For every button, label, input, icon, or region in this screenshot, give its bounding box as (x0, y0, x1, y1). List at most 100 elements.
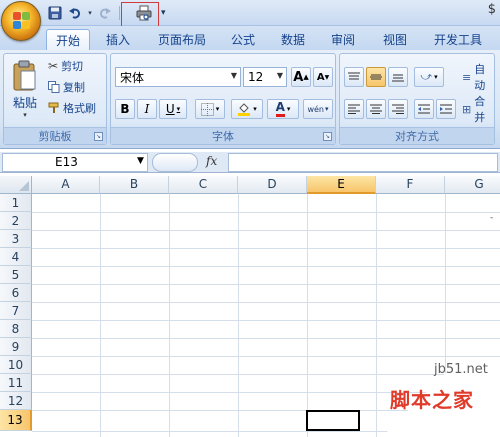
chevron-down-icon: ▼ (276, 71, 283, 80)
wrap-text-button[interactable]: ≡ 自动 (462, 63, 494, 92)
row-header-12[interactable]: 12 (0, 392, 32, 410)
undo-dropdown[interactable]: ▾ (86, 4, 94, 22)
formula-input[interactable] (228, 153, 498, 172)
decrease-indent-icon (418, 104, 430, 114)
phonetic-label: wén (307, 104, 325, 114)
orientation-icon: ⤻ (420, 70, 433, 83)
grid-line (32, 266, 500, 267)
grow-font-button[interactable]: A ▲ (291, 67, 311, 87)
format-painter-button[interactable]: 格式刷 (48, 99, 96, 117)
grid-line (32, 302, 500, 303)
tab-review[interactable]: 审阅 (322, 29, 364, 50)
row-header-2[interactable]: 2 (0, 212, 32, 230)
grow-font-label: A (293, 69, 304, 85)
font-color-button[interactable]: A ▾ (267, 99, 299, 119)
decrease-indent-button[interactable] (414, 99, 434, 119)
shrink-font-button[interactable]: A ▼ (313, 67, 333, 87)
row-header-8[interactable]: 8 (0, 320, 32, 338)
formula-bar-handle[interactable] (152, 153, 198, 172)
borders-button[interactable]: ▾ (195, 99, 225, 119)
align-middle-button[interactable] (366, 67, 386, 87)
tab-insert[interactable]: 插入 (96, 29, 140, 50)
align-left-icon (348, 104, 360, 114)
qa-separator (119, 6, 120, 20)
row-header-9[interactable]: 9 (0, 338, 32, 356)
cut-button[interactable]: ✂ 剪切 (48, 57, 83, 75)
wrap-text-label: 自动 (474, 63, 486, 92)
undo-icon (69, 8, 81, 19)
font-size-combo[interactable]: 12 ▼ (243, 67, 287, 87)
underline-button[interactable]: U ▾ (159, 99, 187, 119)
font-launcher-icon[interactable]: ↘ (323, 132, 332, 141)
bold-button[interactable]: B (115, 99, 135, 119)
phonetic-button[interactable]: wén ▾ (303, 99, 333, 119)
fill-color-button[interactable]: ▾ (231, 99, 263, 119)
row-header-11[interactable]: 11 (0, 374, 32, 392)
paste-dropdown-icon[interactable]: ▾ (23, 111, 27, 119)
align-right-button[interactable] (388, 99, 408, 119)
align-left-button[interactable] (344, 99, 364, 119)
paste-button[interactable]: 粘贴 ▾ (10, 60, 40, 120)
row-header-4[interactable]: 4 (0, 248, 32, 266)
tab-data[interactable]: 数据 (272, 29, 314, 50)
name-box-dropdown-icon[interactable]: ▼ (137, 156, 144, 166)
row-header-5[interactable]: 5 (0, 266, 32, 284)
clipboard-group: 粘贴 ▾ ✂ 剪切 复制 格式刷 剪贴板 ↘ (3, 53, 107, 145)
align-top-icon (348, 72, 360, 80)
insert-function-button[interactable]: fx (206, 154, 217, 168)
tab-formulas[interactable]: 公式 (222, 29, 264, 50)
customize-qa-dropdown[interactable]: ▾ (161, 8, 166, 18)
row-header-6[interactable]: 6 (0, 284, 32, 302)
column-header-a[interactable]: A (32, 176, 100, 194)
select-all-button[interactable] (0, 176, 32, 194)
grid-line (32, 248, 500, 249)
merge-center-button[interactable]: ⊞ 合并 (462, 95, 494, 124)
save-button[interactable] (46, 4, 64, 22)
grid-line (32, 338, 500, 339)
increase-indent-icon (440, 104, 452, 114)
align-right-icon (392, 104, 404, 114)
copy-button[interactable]: 复制 (48, 78, 85, 96)
align-top-button[interactable] (344, 67, 364, 87)
align-center-button[interactable] (366, 99, 386, 119)
worksheet-grid[interactable]: A B C D E F G 1 2 3 4 5 6 7 8 9 10 11 12… (0, 176, 500, 437)
undo-button[interactable] (66, 4, 84, 22)
ribbon: 粘贴 ▾ ✂ 剪切 复制 格式刷 剪贴板 ↘ 宋体 ▼ 12 ▼ A ▲ A ▼… (0, 50, 500, 149)
orientation-button[interactable]: ⤻ ▾ (414, 67, 444, 87)
align-bottom-button[interactable] (388, 67, 408, 87)
increase-indent-button[interactable] (436, 99, 456, 119)
column-header-d[interactable]: D (238, 176, 307, 194)
merge-label: 合并 (474, 95, 486, 124)
column-header-b[interactable]: B (100, 176, 169, 194)
column-header-e[interactable]: E (307, 176, 376, 194)
grid-line (32, 284, 500, 285)
column-header-g[interactable]: G (445, 176, 500, 194)
print-highlight-box (121, 2, 159, 29)
paint-bucket-icon (238, 103, 251, 116)
scissors-icon: ✂ (48, 59, 59, 73)
row-header-3[interactable]: 3 (0, 230, 32, 248)
row-header-10[interactable]: 10 (0, 356, 32, 374)
wrap-text-icon: ≡ (462, 70, 472, 84)
tab-developer[interactable]: 开发工具 (426, 29, 490, 50)
title-bar: ▾ ▾ $ (0, 0, 500, 29)
tab-home[interactable]: 开始 (46, 29, 90, 50)
paste-label: 粘贴 (12, 96, 37, 110)
tab-page-layout[interactable]: 页面布局 (150, 29, 214, 50)
row-header-13[interactable]: 13 (0, 410, 32, 431)
redo-button[interactable] (96, 4, 114, 22)
tab-view[interactable]: 视图 (374, 29, 416, 50)
column-header-f[interactable]: F (376, 176, 445, 194)
merge-icon: ⊞ (462, 102, 472, 116)
brush-icon (48, 102, 59, 113)
name-box[interactable]: E13 (2, 153, 148, 172)
watermark-url: jb51.net (434, 362, 488, 377)
column-header-c[interactable]: C (169, 176, 238, 194)
italic-button[interactable]: I (137, 99, 157, 119)
clipboard-launcher-icon[interactable]: ↘ (94, 132, 103, 141)
font-name-combo[interactable]: 宋体 ▼ (115, 67, 241, 87)
row-header-7[interactable]: 7 (0, 302, 32, 320)
office-button[interactable] (1, 1, 41, 41)
shrink-font-label: A (316, 71, 325, 83)
row-header-1[interactable]: 1 (0, 194, 32, 212)
